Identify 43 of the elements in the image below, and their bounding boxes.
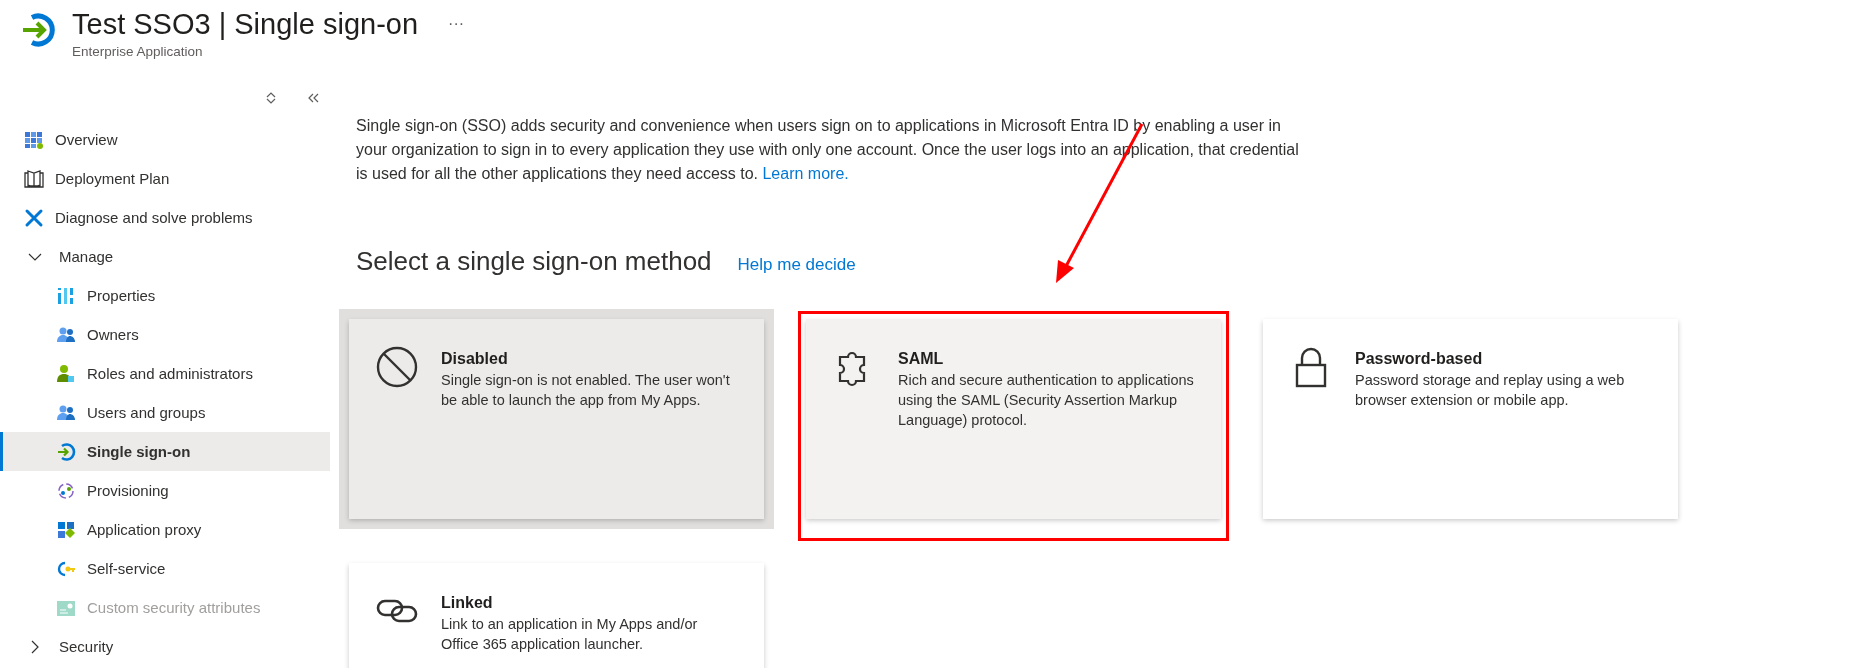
sidebar-item[interactable]: Deployment Plan	[0, 159, 330, 198]
sidebar-item[interactable]: Application proxy	[0, 510, 330, 549]
card-title: Password-based	[1355, 349, 1484, 369]
sync-icon	[56, 480, 76, 501]
bars-icon	[56, 285, 76, 306]
card-title: Disabled	[441, 349, 509, 369]
expand-collapse-icon	[264, 91, 278, 105]
sidebar-item[interactable]: Overview	[0, 120, 330, 159]
sidebar-item[interactable]: Single sign-on	[0, 432, 330, 471]
learn-more-link[interactable]: Learn more.	[762, 165, 849, 182]
card-title: Linked	[441, 593, 494, 613]
sidebar-item[interactable]: Properties	[0, 276, 330, 315]
wrench-screwdriver-icon	[24, 207, 44, 228]
sign-in-arrow-icon	[22, 12, 58, 48]
method-card[interactable]: Disabled Single sign-on is not enabled. The user won't be able to launch the app from My Apps.	[349, 319, 764, 519]
book-icon	[24, 168, 44, 189]
sidebar-item[interactable]: Provisioning	[0, 471, 330, 510]
page-subtitle: Enterprise Application	[72, 44, 204, 59]
card-description: Password storage and replay using a web browser extension or mobile app.	[1355, 371, 1626, 410]
card-description: Single sign-on is not enabled. The user won't be able to launch the app from My Apps.	[441, 371, 731, 410]
proxy-icon	[56, 519, 76, 540]
method-card[interactable]: SAML Rich and secure authentication to applications using the SAML (Security Assertion Markup Language) protocol.	[806, 319, 1221, 519]
card-description: Rich and secure authentication to applications using the SAML (Security Assertion Markup Language) protocol.	[898, 371, 1195, 430]
method-card[interactable]: Linked Link to an application in My Apps and/or Office 365 application launcher.	[349, 563, 764, 668]
prohibited-icon	[375, 345, 419, 389]
sidebar-item[interactable]: Manage	[0, 237, 330, 276]
sidebar-item[interactable]: Users and groups	[0, 393, 330, 432]
more-button[interactable]: ···	[448, 15, 465, 33]
page-title: Test SSO3 | Single sign-on	[72, 7, 419, 42]
sidebar-item[interactable]: Self-service	[0, 549, 330, 588]
sidebar-item[interactable]: Diagnose and solve problems	[0, 198, 330, 237]
card-title: SAML	[898, 349, 945, 369]
person-icon	[56, 363, 76, 384]
collapse-sidebar-icon	[306, 91, 320, 105]
grid-icon	[24, 129, 44, 150]
card-description: Link to an application in My Apps and/or Office 365 application launcher.	[441, 615, 699, 654]
sidebar-item[interactable]: Security	[0, 627, 330, 666]
sidebar-item[interactable]: Owners	[0, 315, 330, 354]
sign-in-arrow-icon	[56, 441, 76, 462]
help-link[interactable]: Help me decide	[737, 255, 856, 275]
sidebar-item[interactable]: Roles and administrators	[0, 354, 330, 393]
section-heading: Select a single sign-on method	[356, 246, 712, 277]
method-card[interactable]: Password-based Password storage and replay using a web browser extension or mobile app.	[1263, 319, 1678, 519]
